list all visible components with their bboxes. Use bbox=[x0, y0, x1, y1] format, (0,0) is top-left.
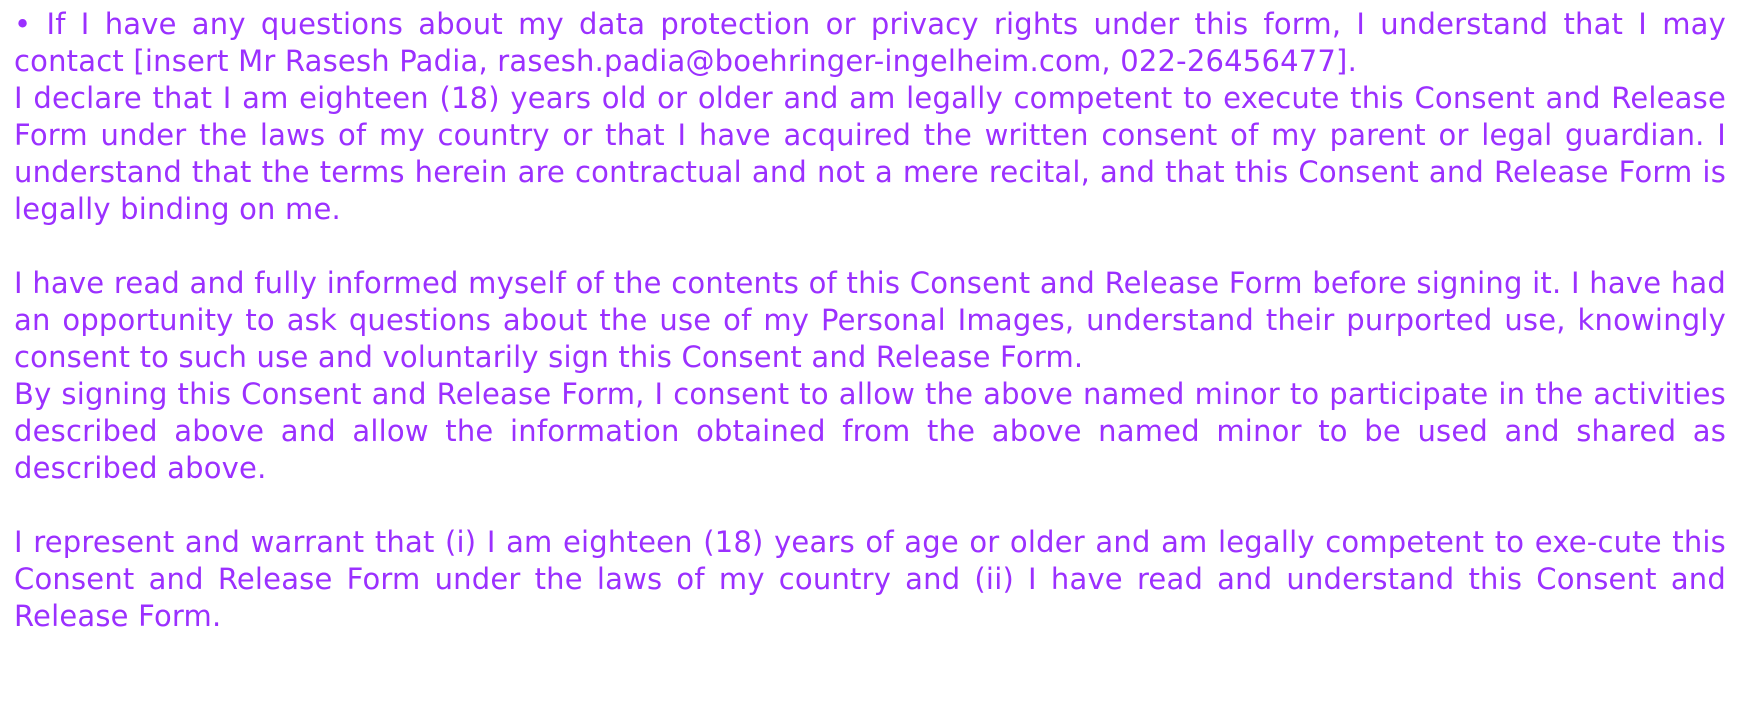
minor-consent-paragraph: By signing this Consent and Release Form… bbox=[14, 377, 1726, 485]
consent-form-document: • If I have any questions about my data … bbox=[14, 6, 1726, 635]
contact-paragraph: • If I have any questions about my data … bbox=[14, 7, 1726, 78]
age-declaration-paragraph: I declare that I am eighteen (18) years … bbox=[14, 81, 1726, 226]
read-informed-paragraph: I have read and fully informed myself of… bbox=[14, 266, 1726, 374]
represent-warrant-paragraph: I represent and warrant that (i) I am ei… bbox=[14, 525, 1726, 633]
